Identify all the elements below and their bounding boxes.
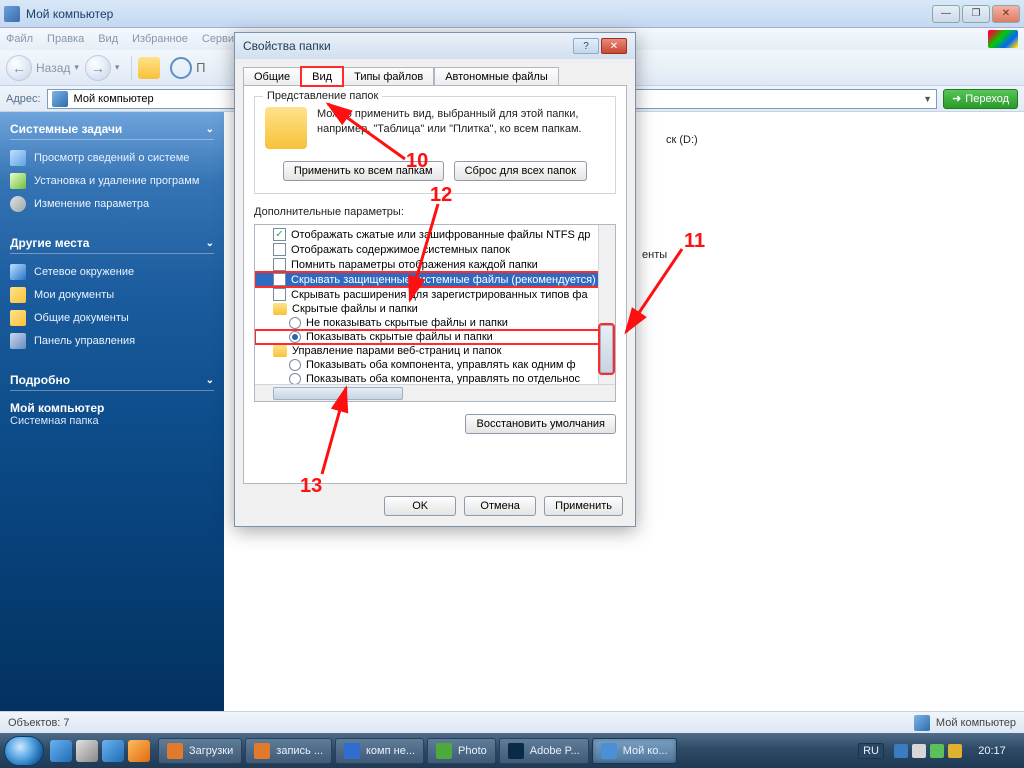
tab-view[interactable]: Вид (301, 67, 343, 86)
app-icon (436, 743, 452, 759)
taskbar-item-label: Photo (458, 745, 487, 757)
language-indicator[interactable]: RU (858, 743, 884, 759)
ql-ie-icon[interactable] (102, 740, 124, 762)
clock[interactable]: 20:17 (972, 745, 1012, 757)
taskbar-item[interactable]: Photo (427, 738, 496, 764)
tray-volume-icon[interactable] (948, 744, 962, 758)
app-icon (254, 743, 270, 759)
ql-desktop-icon[interactable] (50, 740, 72, 762)
taskbar-item[interactable]: Мой ко... (592, 738, 677, 764)
taskbar-item[interactable]: запись ... (245, 738, 332, 764)
app-icon (167, 743, 183, 759)
taskbar-item-label: Мой ко... (623, 745, 668, 757)
systray: RU 20:17 (850, 743, 1020, 759)
tray-icon[interactable] (930, 744, 944, 758)
start-button[interactable] (4, 736, 44, 766)
app-icon (601, 743, 617, 759)
tray-icon[interactable] (894, 744, 908, 758)
taskbar: Загрузки запись ... комп не... Photo Adobe P… (0, 733, 1024, 768)
tray-icon[interactable] (912, 744, 926, 758)
ql-firefox-icon[interactable] (128, 740, 150, 762)
ql-icon[interactable] (76, 740, 98, 762)
app-icon (344, 743, 360, 759)
quicklaunch (50, 740, 150, 762)
taskbar-item[interactable]: Adobe P... (499, 738, 589, 764)
taskbar-item-label: комп не... (366, 745, 415, 757)
taskbar-item-label: Загрузки (189, 745, 233, 757)
taskbar-item[interactable]: комп не... (335, 738, 424, 764)
taskbar-item-label: Adobe P... (530, 745, 580, 757)
annotation-arrows (0, 0, 1024, 768)
taskbar-item[interactable]: Загрузки (158, 738, 242, 764)
taskbar-item-label: запись ... (276, 745, 323, 757)
app-icon (508, 743, 524, 759)
